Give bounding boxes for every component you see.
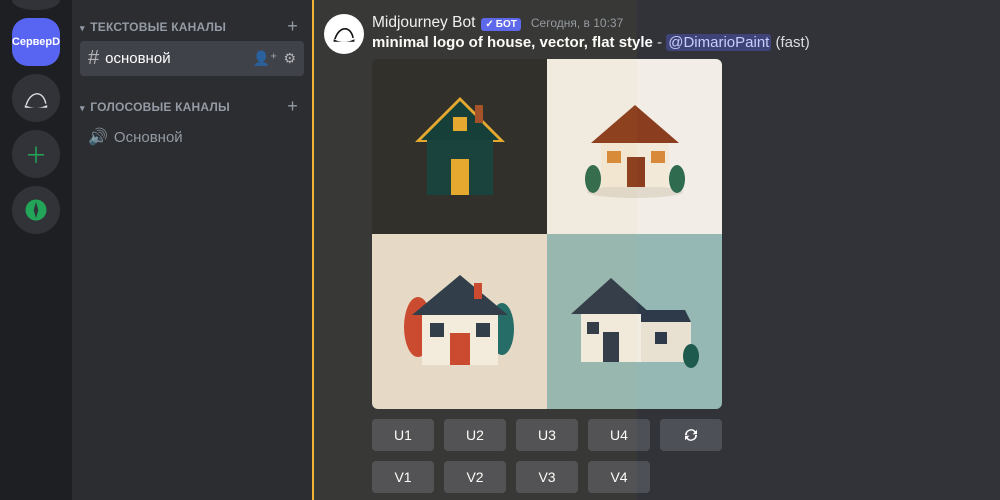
author-name[interactable]: Midjourney Bot <box>372 14 475 32</box>
chevron-down-icon: ▾ <box>80 23 85 33</box>
upscale-2-button[interactable]: U2 <box>444 419 506 451</box>
sailboat-icon <box>22 84 50 112</box>
house-illustration <box>390 257 530 387</box>
server-item-midjourney[interactable] <box>12 74 60 122</box>
message-timestamp: Сегодня, в 10:37 <box>531 16 623 30</box>
upscale-4-button[interactable]: U4 <box>588 419 650 451</box>
variation-2-button[interactable]: V2 <box>444 461 506 493</box>
image-tile-3 <box>372 234 547 409</box>
channel-name: Основной <box>114 129 296 146</box>
bot-badge: БОТ <box>481 18 520 31</box>
chevron-down-icon: ▾ <box>80 103 85 113</box>
variation-3-button[interactable]: V3 <box>516 461 578 493</box>
explore-button[interactable] <box>12 186 60 234</box>
channel-sidebar: ▾ ТЕКСТОВЫЕ КАНАЛЫ + # основной 👤⁺ ⚙ ▾ Г… <box>72 0 312 500</box>
prompt-text: minimal logo of house, vector, flat styl… <box>372 34 653 51</box>
image-tile-2 <box>547 59 722 234</box>
house-illustration <box>565 262 705 382</box>
category-label: ▾ ТЕКСТОВЫЕ КАНАЛЫ <box>80 20 226 34</box>
add-channel-button[interactable]: + <box>287 16 298 37</box>
sailboat-icon <box>331 21 357 47</box>
category-label: ▾ ГОЛОСОВЫЕ КАНАЛЫ <box>80 100 230 114</box>
channel-name: основной <box>105 50 246 67</box>
category-text-channels[interactable]: ▾ ТЕКСТОВЫЕ КАНАЛЫ + <box>72 10 312 41</box>
variation-1-button[interactable]: V1 <box>372 461 434 493</box>
bot-avatar[interactable] <box>324 14 364 54</box>
compass-icon <box>22 196 50 224</box>
gear-icon[interactable]: ⚙ <box>283 50 296 67</box>
mention-highlight-bar <box>312 0 314 500</box>
chat-area: Midjourney Bot БОТ Сегодня, в 10:37 mini… <box>312 0 1000 500</box>
speaker-icon: 🔊 <box>88 127 108 147</box>
image-tile-1 <box>372 59 547 234</box>
server-item-active[interactable]: СерверD <box>12 18 60 66</box>
plus-icon: ＋ <box>25 138 47 170</box>
message-header: Midjourney Bot БОТ Сегодня, в 10:37 <box>372 14 984 32</box>
add-channel-button[interactable]: + <box>287 96 298 117</box>
reroll-button[interactable] <box>660 419 722 451</box>
user-mention[interactable]: @DimarioPaint <box>666 34 771 51</box>
image-tile-4 <box>547 234 722 409</box>
house-illustration <box>405 87 515 207</box>
invite-icon[interactable]: 👤⁺ <box>253 50 278 67</box>
server-label: СерверD <box>12 36 60 48</box>
channel-item-main-voice[interactable]: 🔊 Основной <box>80 121 304 153</box>
add-server-button[interactable]: ＋ <box>12 130 60 178</box>
channel-item-main-text[interactable]: # основной 👤⁺ ⚙ <box>80 41 304 76</box>
category-voice-channels[interactable]: ▾ ГОЛОСОВЫЕ КАНАЛЫ + <box>72 90 312 121</box>
server-rail: СерверD ＋ <box>0 0 72 500</box>
message-content: minimal logo of house, vector, flat styl… <box>372 34 984 51</box>
upscale-3-button[interactable]: U3 <box>516 419 578 451</box>
house-illustration <box>575 87 695 207</box>
reroll-icon <box>682 426 700 444</box>
server-item-partial[interactable] <box>12 0 60 10</box>
variation-button-row: V1 V2 V3 V4 <box>372 461 984 493</box>
mode-text: (fast) <box>776 34 810 51</box>
upscale-button-row: U1 U2 U3 U4 <box>372 419 984 451</box>
generated-image-grid[interactable] <box>372 59 722 409</box>
variation-4-button[interactable]: V4 <box>588 461 650 493</box>
hash-icon: # <box>88 47 99 70</box>
upscale-1-button[interactable]: U1 <box>372 419 434 451</box>
